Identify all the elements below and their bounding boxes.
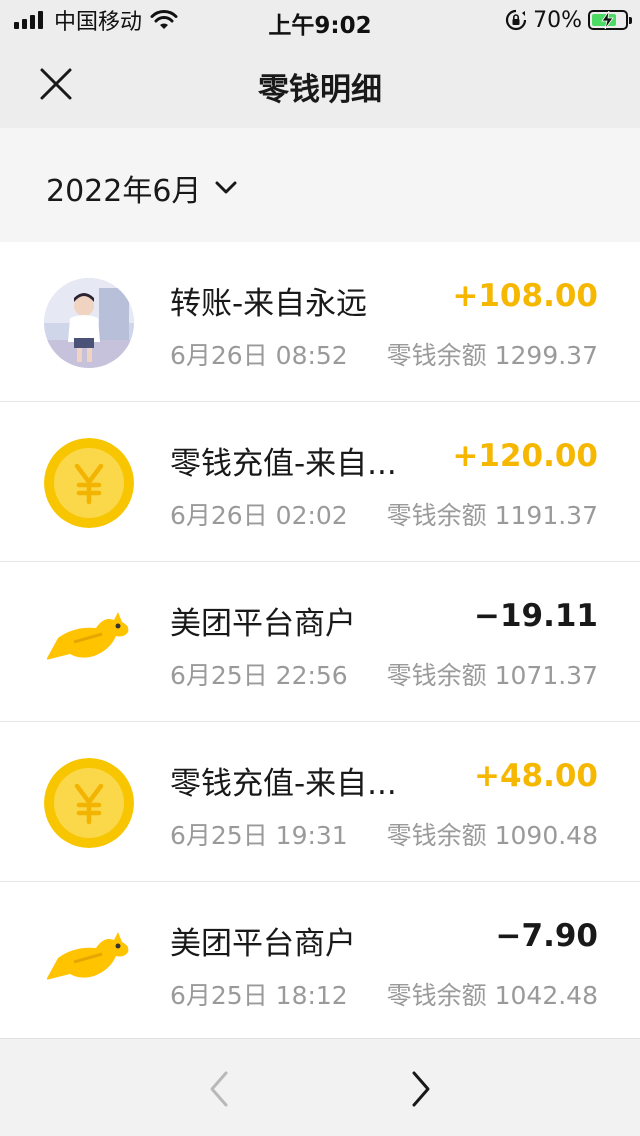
balance-after: 零钱余额 1191.37 [386, 501, 598, 530]
chevron-down-icon [215, 181, 237, 194]
month-picker[interactable]: 2022年6月 [46, 166, 237, 210]
transaction-row[interactable]: 美团平台商户 −7.90 6月25日 18:12 零钱余额 1042.48 [0, 882, 640, 1038]
transaction-amount: +48.00 [473, 758, 598, 794]
month-filter-bar: 2022年6月 [0, 128, 640, 242]
status-right: 70% [505, 6, 632, 34]
orientation-lock-icon [506, 9, 527, 31]
transaction-amount: +120.00 [452, 438, 598, 474]
transaction-row[interactable]: 转账-来自永远 +108.00 6月26日 08:52 零钱余额 1299.37 [0, 242, 640, 402]
meituan-kangaroo-logo [44, 918, 134, 1008]
transaction-list: 转账-来自永远 +108.00 6月26日 08:52 零钱余额 1299.37… [0, 242, 640, 1038]
status-bar: 中国移动 上午9:02 70% [0, 0, 640, 40]
battery-charging-icon [588, 10, 632, 30]
transaction-row[interactable]: 零钱充值-来自... +120.00 6月26日 02:02 零钱余额 1191… [0, 402, 640, 562]
page-nav-bar [0, 1038, 640, 1136]
transaction-time: 6月25日 19:31 [170, 821, 348, 850]
month-label: 2022年6月 [46, 174, 202, 209]
yuan-coin-icon [44, 758, 134, 848]
transaction-title: 美团平台商户 [170, 926, 356, 962]
transaction-title: 美团平台商户 [170, 606, 356, 642]
transaction-amount: −19.11 [473, 598, 598, 634]
transaction-amount: −7.90 [495, 918, 598, 954]
transaction-row[interactable]: 零钱充值-来自... +48.00 6月25日 19:31 零钱余额 1090.… [0, 722, 640, 882]
nav-bar: 零钱明细 [0, 40, 640, 128]
balance-after: 零钱余额 1090.48 [386, 821, 598, 850]
transaction-time: 6月25日 22:56 [170, 661, 348, 690]
transaction-title: 零钱充值-来自... [170, 446, 397, 482]
transaction-title: 转账-来自永远 [170, 286, 368, 322]
page-title: 零钱明细 [258, 72, 382, 108]
transaction-row[interactable]: 美团平台商户 −19.11 6月25日 22:56 零钱余额 1071.37 [0, 562, 640, 722]
transaction-amount: +108.00 [452, 278, 598, 314]
transaction-time: 6月26日 08:52 [170, 341, 348, 370]
chevron-right-icon[interactable] [400, 1067, 440, 1111]
transaction-title: 零钱充值-来自... [170, 766, 397, 802]
transaction-time: 6月25日 18:12 [170, 981, 348, 1010]
user-avatar [44, 278, 134, 368]
balance-after: 零钱余额 1071.37 [386, 661, 598, 690]
balance-after: 零钱余额 1299.37 [386, 341, 598, 370]
yuan-coin-icon [44, 438, 134, 528]
balance-after: 零钱余额 1042.48 [386, 981, 598, 1010]
transaction-time: 6月26日 02:02 [170, 501, 348, 530]
meituan-kangaroo-logo [44, 598, 134, 688]
chevron-left-icon[interactable] [200, 1067, 240, 1111]
battery-percent: 70% [533, 7, 582, 33]
